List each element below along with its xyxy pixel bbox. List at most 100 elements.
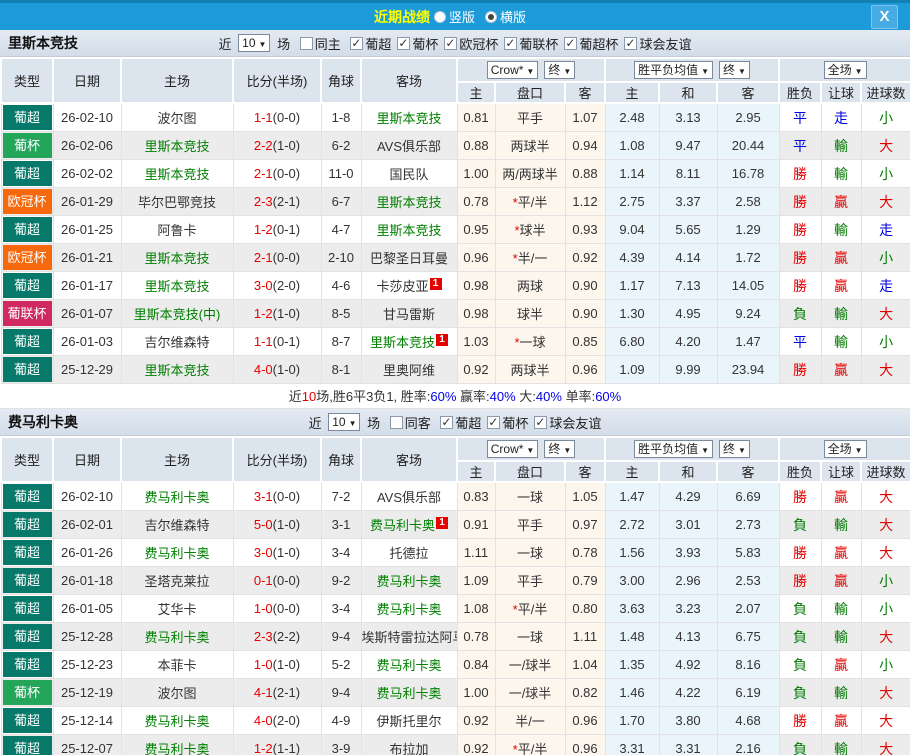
date-cell: 25-12-23	[52, 650, 122, 679]
corner-cell: 1-8	[320, 102, 362, 132]
league-filter-0-1[interactable]: 葡杯	[397, 34, 438, 53]
league-filter-1-2[interactable]: 球会友谊	[534, 413, 601, 432]
layout-vertical-option[interactable]: 竖版	[433, 7, 475, 26]
handicap-cell: 一球	[494, 538, 566, 567]
asian-result-cell: 贏	[820, 650, 862, 679]
goals-result-cell: 大	[860, 187, 910, 216]
same-venue-filter[interactable]: 同主	[299, 34, 341, 53]
summary-part: 单率:	[561, 389, 596, 404]
home-team-cell: 里斯本竞技	[120, 271, 234, 300]
handicap-cell: 两/两球半	[494, 159, 566, 188]
avg-final-select[interactable]: 终 ▼	[719, 440, 750, 458]
checkbox-checked-icon[interactable]	[564, 36, 578, 50]
odds-final-select[interactable]: 终 ▼	[544, 61, 576, 79]
wdl-result-cell: 勝	[778, 566, 822, 595]
away-odds-cell: 0.85	[564, 327, 606, 356]
home-team: 费马利卡奥	[144, 630, 210, 645]
col-score: 比分(半场)	[232, 57, 322, 104]
summary-part: 60%	[430, 389, 457, 404]
section-header: 费马利卡奥 近 10▼ 场 同客 葡超葡杯球会友谊	[0, 409, 910, 436]
handicap-cell: 一球	[494, 481, 566, 511]
half-time-score: (0-0)	[272, 250, 301, 265]
half-time-score: (1-0)	[272, 657, 301, 672]
home-odds-cell: 1.00	[456, 678, 496, 707]
home-team-cell: 吉尔维森特	[120, 510, 234, 539]
avg-type-select[interactable]: 胜平负均值 ▼	[634, 61, 714, 79]
home-team-cell: 里斯本竞技	[120, 159, 234, 188]
league-type-cell: 葡超	[0, 594, 54, 623]
checkbox-checked-icon[interactable]	[534, 415, 548, 429]
league-filter-0-4[interactable]: 葡超杯	[564, 34, 618, 53]
league-filter-1-0[interactable]: 葡超	[440, 413, 481, 432]
radio-unselected-icon[interactable]	[433, 10, 446, 23]
asian-result-cell: 輸	[820, 622, 862, 651]
avg-home-cell: 1.47	[604, 481, 660, 511]
league-filter-0-5[interactable]: 球会友谊	[624, 34, 691, 53]
match-row: 葡超 26-02-10 波尔图 1-1(0-0) 1-8 里斯本竞技 0.81 …	[0, 102, 910, 132]
checkbox-unchecked-icon[interactable]	[299, 36, 313, 50]
star-marker: *	[512, 602, 518, 617]
games-label: 场	[367, 415, 381, 431]
league-type-cell: 葡超	[0, 481, 54, 511]
col-wdl: 胜负	[778, 81, 823, 104]
scope-select[interactable]: 全场 ▼	[823, 440, 867, 458]
avg-home-cell: 2.75	[604, 187, 660, 216]
score-cell: 2-3(2-1)	[232, 187, 322, 216]
checkbox-checked-icon[interactable]	[487, 415, 501, 429]
avg-draw-cell: 3.80	[658, 706, 718, 735]
same-venue-filter[interactable]: 同客	[389, 413, 431, 432]
odds-source-select[interactable]: Crow* ▼	[486, 61, 539, 79]
home-odds-cell: 0.83	[456, 481, 496, 511]
league-filter-0-0[interactable]: 葡超	[350, 34, 391, 53]
checkbox-checked-icon[interactable]	[444, 36, 458, 50]
col-odds-away: 客	[563, 460, 607, 483]
match-count-select[interactable]: 10 ▼	[238, 34, 271, 52]
odds-final-select[interactable]: 终 ▼	[544, 440, 576, 458]
col-type: 类型	[0, 436, 54, 483]
league-filter-0-2[interactable]: 欧冠杯	[444, 34, 498, 53]
checkbox-checked-icon[interactable]	[397, 36, 411, 50]
odds-source-select[interactable]: Crow* ▼	[486, 440, 539, 458]
checkbox-unchecked-icon[interactable]	[389, 415, 403, 429]
away-team-cell: 里斯本竞技 1	[360, 327, 458, 356]
checkbox-checked-icon[interactable]	[440, 415, 454, 429]
avg-draw-cell: 2.96	[658, 566, 718, 595]
home-team: 毕尔巴鄂竞技	[137, 195, 216, 210]
corner-cell: 3-4	[320, 538, 362, 567]
close-button[interactable]: X	[871, 5, 898, 29]
avg-home-cell: 1.48	[604, 622, 660, 651]
matches-table: 类型 日期 主场 比分(半场) 角球 客场 Crow* ▼ 终 ▼ 胜平负均值 ▼ 终 ▼ …	[0, 57, 910, 384]
league-filter-0-3[interactable]: 葡联杯	[504, 34, 558, 53]
away-odds-cell: 1.07	[564, 102, 606, 132]
layout-horizontal-option[interactable]: 横版	[485, 7, 526, 26]
avg-type-select[interactable]: 胜平负均值 ▼	[634, 440, 714, 458]
col-avg-home: 主	[604, 81, 661, 104]
radio-selected-icon[interactable]	[485, 10, 497, 23]
checkbox-checked-icon[interactable]	[350, 36, 364, 50]
match-count-select[interactable]: 10 ▼	[328, 413, 361, 431]
away-odds-cell: 0.92	[564, 243, 606, 272]
avg-draw-cell: 3.31	[658, 734, 718, 755]
handicap-cell: 球半	[494, 299, 566, 328]
away-team-cell: 托德拉	[360, 538, 458, 567]
avg-home-cell: 6.80	[604, 327, 660, 356]
league-filter-1-1[interactable]: 葡杯	[487, 413, 528, 432]
avg-away-cell: 2.07	[716, 594, 780, 623]
goals-result-cell: 小	[860, 566, 910, 595]
away-odds-cell: 0.93	[564, 215, 606, 244]
match-row: 葡超 26-02-01 吉尔维森特 5-0(1-0) 3-1 费马利卡奥 1 0.…	[0, 510, 910, 539]
avg-home-cell: 1.35	[604, 650, 660, 679]
date-cell: 26-01-03	[52, 327, 122, 356]
scope-select[interactable]: 全场 ▼	[823, 61, 867, 79]
avg-final-select[interactable]: 终 ▼	[719, 61, 750, 79]
league-type-cell: 葡超	[0, 566, 54, 595]
checkbox-checked-icon[interactable]	[624, 36, 638, 50]
handicap-cell: 两球半	[494, 131, 566, 160]
half-time-score: (1-0)	[272, 138, 301, 153]
summary-part: 60%	[595, 389, 622, 404]
avg-group-header: 胜平负均值 ▼ 终 ▼	[604, 57, 781, 83]
checkbox-checked-icon[interactable]	[504, 36, 518, 50]
match-row: 葡联杯 26-01-07 里斯本竞技(中) 1-2(1-0) 8-5 甘马雷斯 …	[0, 299, 910, 328]
avg-away-cell: 14.05	[716, 271, 780, 300]
match-row: 葡杯 25-12-19 波尔图 4-1(2-1) 9-4 费马利卡奥 1.00 …	[0, 678, 910, 707]
